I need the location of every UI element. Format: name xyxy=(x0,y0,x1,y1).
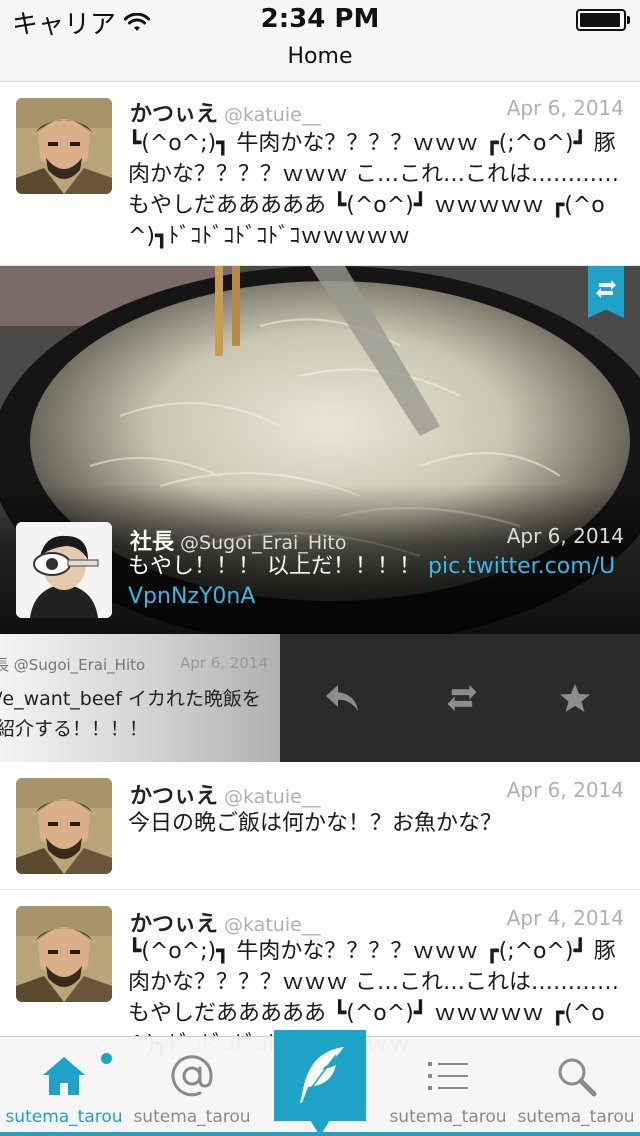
avatar[interactable] xyxy=(16,778,112,874)
author-name[interactable]: かつぃえ xyxy=(130,784,218,809)
retweet-icon xyxy=(447,684,477,712)
tweet-header: かつぃえ @katuie__ Apr 6, 2014 xyxy=(130,778,624,809)
page-title: Home xyxy=(287,44,353,69)
tweet-row[interactable]: かつぃえ @katuie__ Apr 6, 2014 今日の晩ご飯は何かな！？お魚… xyxy=(0,762,640,890)
author-handle: @katuie__ xyxy=(224,914,321,936)
avatar[interactable] xyxy=(16,522,112,618)
avatar[interactable] xyxy=(16,98,112,194)
tweet-header: 社長 @Sugoi_Erai_Hito Apr 6, 2014 xyxy=(130,524,624,555)
photo-tweet-row[interactable]: 社長 @Sugoi_Erai_Hito Apr 6, 2014 もやし！！！ 以上… xyxy=(0,266,640,634)
tab-icon-wrap xyxy=(512,1049,640,1103)
list-icon xyxy=(428,1062,468,1090)
tweet-text: もやし！！！ 以上だ！！！！ pic.twitter.com/UVpnNzY0n… xyxy=(128,552,626,612)
warlord-portrait-image xyxy=(16,906,112,1002)
status-time: 2:34 PM xyxy=(260,4,380,34)
tweet-date: Apr 4, 2014 xyxy=(506,906,624,930)
tweet-header: かつぃえ @katuie__ Apr 6, 2014 xyxy=(130,96,624,127)
author-handle: @katuie__ xyxy=(224,786,321,808)
favorite-button[interactable] xyxy=(551,674,599,722)
author-handle: @katuie__ xyxy=(224,104,321,126)
tweet-date: Apr 6, 2014 xyxy=(506,778,624,802)
warlord-portrait-image xyxy=(16,778,112,874)
navigation-bar: Home xyxy=(0,40,640,82)
at-icon xyxy=(171,1055,213,1097)
tweet-text: 今日の晩ご飯は何かな！？お魚かな？ xyxy=(128,811,503,836)
tab-icon-wrap xyxy=(128,1049,256,1103)
reply-button[interactable] xyxy=(318,674,366,722)
star-icon xyxy=(560,684,590,712)
author-name[interactable]: かつぃえ xyxy=(130,912,218,937)
home-icon xyxy=(43,1057,85,1095)
retweet-button[interactable] xyxy=(438,674,486,722)
search-icon xyxy=(558,1058,597,1097)
warlord-portrait-image xyxy=(16,98,112,194)
unread-dot xyxy=(101,1053,112,1064)
swipe-action-row[interactable]: 長 @Sugoi_Erai_Hito Apr 6, 2014 /e_want_b… xyxy=(0,634,640,762)
swiped-tweet-text: /e_want_beef イカれた晩飯を紹介する！！！！ xyxy=(0,688,261,740)
person-with-goggles-image xyxy=(16,522,112,618)
reply-icon xyxy=(326,685,358,711)
tweet-text: ┗(^o^;)┓ 牛肉かな？？？？ｗｗｗ ┏(;^o^)┛ 豚肉かな？？？？ｗｗ… xyxy=(128,131,619,249)
tab-label: sutema_tarou xyxy=(133,1107,251,1127)
tab-label: sutema_tarou xyxy=(5,1107,123,1127)
accent-underline xyxy=(0,1132,640,1136)
tweet-text-content: もやし！！！ 以上だ！！！！ xyxy=(128,554,428,579)
tab-label: sutema_tarou xyxy=(389,1107,507,1127)
retweet-icon xyxy=(596,280,616,298)
author-handle: @Sugoi_Erai_Hito xyxy=(180,532,347,554)
author-name[interactable]: かつぃえ xyxy=(130,102,218,127)
tab-home[interactable]: sutema_tarou xyxy=(0,1037,128,1136)
tab-search[interactable]: sutema_tarou xyxy=(512,1037,640,1136)
swiped-tweet-date: Apr 6, 2014 xyxy=(180,654,268,672)
swiped-author-line: 長 @Sugoi_Erai_Hito xyxy=(0,656,146,674)
battery-icon xyxy=(576,9,630,31)
tab-lists[interactable]: sutema_tarou xyxy=(384,1037,512,1136)
swiped-tweet-card[interactable]: 長 @Sugoi_Erai_Hito Apr 6, 2014 /e_want_b… xyxy=(0,634,280,762)
tweet-header: かつぃえ @katuie__ Apr 4, 2014 xyxy=(130,906,624,937)
tab-icon-wrap xyxy=(384,1049,512,1103)
tab-mentions[interactable]: sutema_tarou xyxy=(128,1037,256,1136)
tweet-date: Apr 6, 2014 xyxy=(506,96,624,120)
compose-feather-icon xyxy=(300,1047,344,1103)
status-bar: キャリア 2:34 PM xyxy=(0,0,640,40)
compose-button[interactable] xyxy=(274,1030,366,1136)
avatar[interactable] xyxy=(16,906,112,1002)
tweet-date: Apr 6, 2014 xyxy=(506,524,624,548)
tweet-row[interactable]: かつぃえ @katuie__ Apr 6, 2014 ┗(^o^;)┓ 牛肉かな？… xyxy=(0,82,640,266)
tab-label: sutema_tarou xyxy=(517,1107,635,1127)
